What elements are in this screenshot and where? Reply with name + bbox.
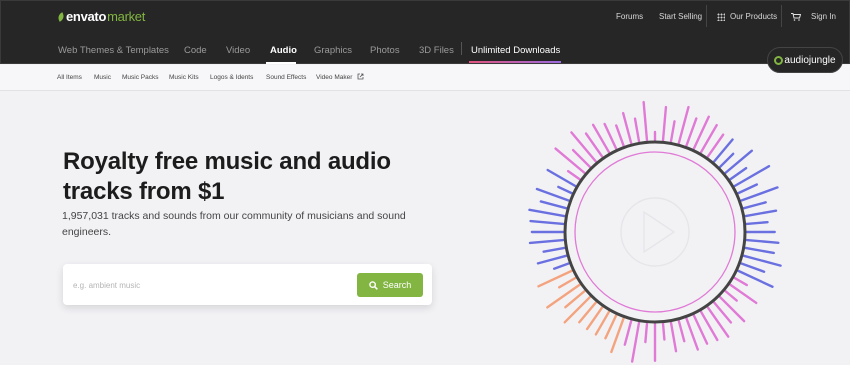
divider xyxy=(706,5,707,27)
visualizer-bar xyxy=(745,220,769,226)
subnav-logos-idents[interactable]: Logos & Idents xyxy=(210,74,253,81)
visualizer-bar xyxy=(539,200,568,210)
visualizer-bar xyxy=(566,169,581,181)
cart-icon[interactable] xyxy=(791,13,801,21)
visualizer-bar xyxy=(536,254,568,265)
visualizer-bar xyxy=(542,246,566,253)
hero-subtitle: 1,957,031 tracks and sounds from our com… xyxy=(62,210,406,238)
visualizer-bar xyxy=(724,289,738,302)
visualizer-bar xyxy=(669,120,676,143)
subnav-sound-effects[interactable]: Sound Effects xyxy=(266,74,306,81)
search-icon xyxy=(368,280,378,290)
unlimited-indicator xyxy=(469,61,561,63)
visualizer-bar xyxy=(742,254,782,267)
visualizer-bar xyxy=(669,321,678,353)
visualizer-bar xyxy=(554,147,586,175)
nav-audio[interactable]: Audio xyxy=(270,45,297,56)
external-link-icon xyxy=(357,73,364,80)
visualizer-bar xyxy=(563,295,592,324)
visualizer-bar xyxy=(733,276,749,287)
nav-video[interactable]: Video xyxy=(226,45,250,56)
sign-in-link[interactable]: Sign In xyxy=(811,12,836,21)
grid-icon[interactable] xyxy=(717,13,725,21)
visualizer-bar xyxy=(642,100,649,142)
visualizer-bar xyxy=(630,321,641,363)
nav-web-themes[interactable]: Web Themes & Templates xyxy=(58,45,169,56)
visualizer-bar xyxy=(623,319,633,346)
visualizer-bar xyxy=(603,122,618,150)
visualizer-bar xyxy=(615,124,625,147)
visualizer-bar xyxy=(733,164,771,188)
audio-visualizer xyxy=(528,100,782,363)
search-input[interactable] xyxy=(73,276,343,294)
active-tab-indicator xyxy=(266,62,296,64)
nav-divider xyxy=(461,42,462,55)
visualizer-bar xyxy=(633,117,641,143)
visualizer-bar xyxy=(744,246,775,255)
divider xyxy=(781,5,782,27)
player-ring xyxy=(563,140,747,324)
subnav-all-items[interactable]: All Items xyxy=(57,74,82,81)
visualizer-bar xyxy=(685,317,699,351)
hero-title: Royalty free music and audio tracks from… xyxy=(63,148,391,205)
visualizer-bar xyxy=(729,283,758,305)
visualizer-bar xyxy=(706,306,730,338)
subnav-music-kits[interactable]: Music Kits xyxy=(169,74,199,81)
our-products-link[interactable]: Our Products xyxy=(730,12,777,21)
subnav-music[interactable]: Music xyxy=(94,74,111,81)
search-button[interactable]: Search xyxy=(357,273,423,297)
visualizer-bar xyxy=(528,238,565,245)
visualizer-bar xyxy=(529,219,565,226)
nav-3d-files[interactable]: 3D Files xyxy=(419,45,454,56)
visualizer-bar xyxy=(685,117,698,147)
nav-unlimited-downloads[interactable]: Unlimited Downloads xyxy=(471,45,560,56)
visualizer-bar xyxy=(677,105,690,145)
leaf-icon xyxy=(56,11,66,22)
forums-link[interactable]: Forums xyxy=(616,12,643,21)
visualizer-bar xyxy=(729,166,748,181)
visualizer-bar xyxy=(742,201,767,210)
visualizer-bar xyxy=(621,111,633,145)
visualizer-bar xyxy=(557,276,577,289)
visualizer-bar xyxy=(661,322,666,341)
subnav-music-packs[interactable]: Music Packs xyxy=(122,74,158,81)
search-button-label: Search xyxy=(382,280,412,290)
visualizer-bar xyxy=(745,238,780,244)
logo-brand: envato xyxy=(66,9,107,24)
search-box: Search xyxy=(63,264,432,305)
nav-code[interactable]: Code xyxy=(184,45,207,56)
visualizer-bar xyxy=(557,185,573,195)
subnav-video-maker[interactable]: Video Maker xyxy=(316,74,352,81)
visualizer-bar xyxy=(737,183,759,195)
visualizer-bar xyxy=(718,295,746,323)
visualizer-bar xyxy=(604,314,618,340)
sub-nav: All Items Music Music Packs Music Kits L… xyxy=(0,65,850,91)
visualizer-bar xyxy=(677,319,686,343)
visualizer-bar xyxy=(724,149,754,175)
visualizer-bar xyxy=(661,105,668,142)
badge-label: audiojungle xyxy=(784,54,836,66)
visualizer-bar xyxy=(528,208,566,218)
top-bar: envato market Forums Start Selling Our P… xyxy=(0,0,850,64)
visualizer-bar xyxy=(644,322,649,344)
logo-sub: market xyxy=(107,9,146,24)
start-selling-link[interactable]: Start Selling xyxy=(659,12,702,21)
visualizer-bar xyxy=(570,131,598,163)
nav-photos[interactable]: Photos xyxy=(370,45,400,56)
visualizer-bar xyxy=(718,152,735,169)
audiojungle-badge[interactable]: audiojungle xyxy=(767,47,843,73)
audiojungle-logo-icon xyxy=(774,55,784,65)
visualizer-bar xyxy=(552,262,570,270)
nav-graphics[interactable]: Graphics xyxy=(314,45,352,56)
visualizer-bar xyxy=(740,262,766,273)
visualizer-bar xyxy=(744,209,778,218)
visualizer-bar xyxy=(546,283,581,309)
envato-market-logo[interactable]: envato market xyxy=(56,9,146,24)
